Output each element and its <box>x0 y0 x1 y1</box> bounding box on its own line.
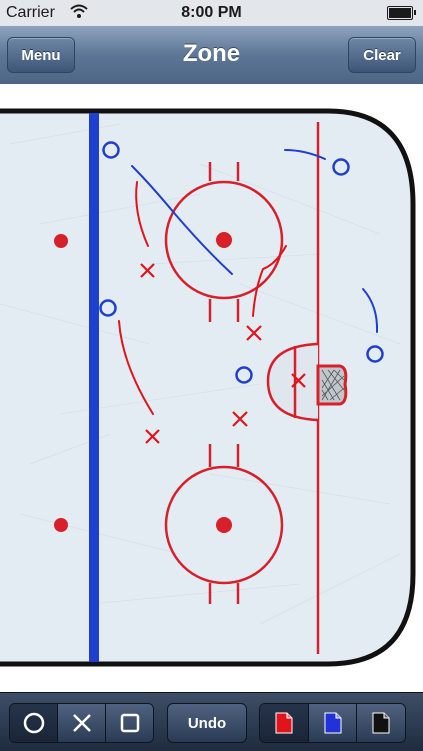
x-icon <box>72 714 91 732</box>
neutral-faceoff-dot-bottom <box>54 518 68 532</box>
x-tool-button[interactable] <box>58 704 106 742</box>
color-selector <box>259 703 406 743</box>
faceoff-dot-bottom <box>216 517 232 533</box>
black-document-icon <box>372 712 390 734</box>
status-bar: Carrier 8:00 PM <box>0 0 423 26</box>
blue-line <box>89 113 99 662</box>
shape-selector <box>9 703 154 743</box>
undo-button[interactable]: Undo <box>167 703 247 743</box>
blue-color-button[interactable] <box>308 704 358 742</box>
square-icon <box>120 713 139 733</box>
circle-tool-button[interactable] <box>10 704 58 742</box>
square-tool-button[interactable] <box>106 704 153 742</box>
black-color-button[interactable] <box>357 704 405 742</box>
faceoff-dot-top <box>216 232 232 248</box>
clear-button[interactable]: Clear <box>348 37 416 73</box>
rink-canvas[interactable] <box>0 84 423 692</box>
circle-icon <box>23 712 44 734</box>
blue-document-icon <box>324 712 341 734</box>
neutral-faceoff-dot-top <box>54 234 68 248</box>
status-time: 8:00 PM <box>181 4 242 21</box>
bottom-toolbar: Undo <box>0 692 423 751</box>
battery-icon <box>387 6 416 20</box>
goal-net <box>316 364 348 406</box>
red-color-button[interactable] <box>260 704 309 742</box>
navigation-bar: Menu Zone Clear <box>0 26 423 85</box>
red-document-icon <box>275 712 293 734</box>
